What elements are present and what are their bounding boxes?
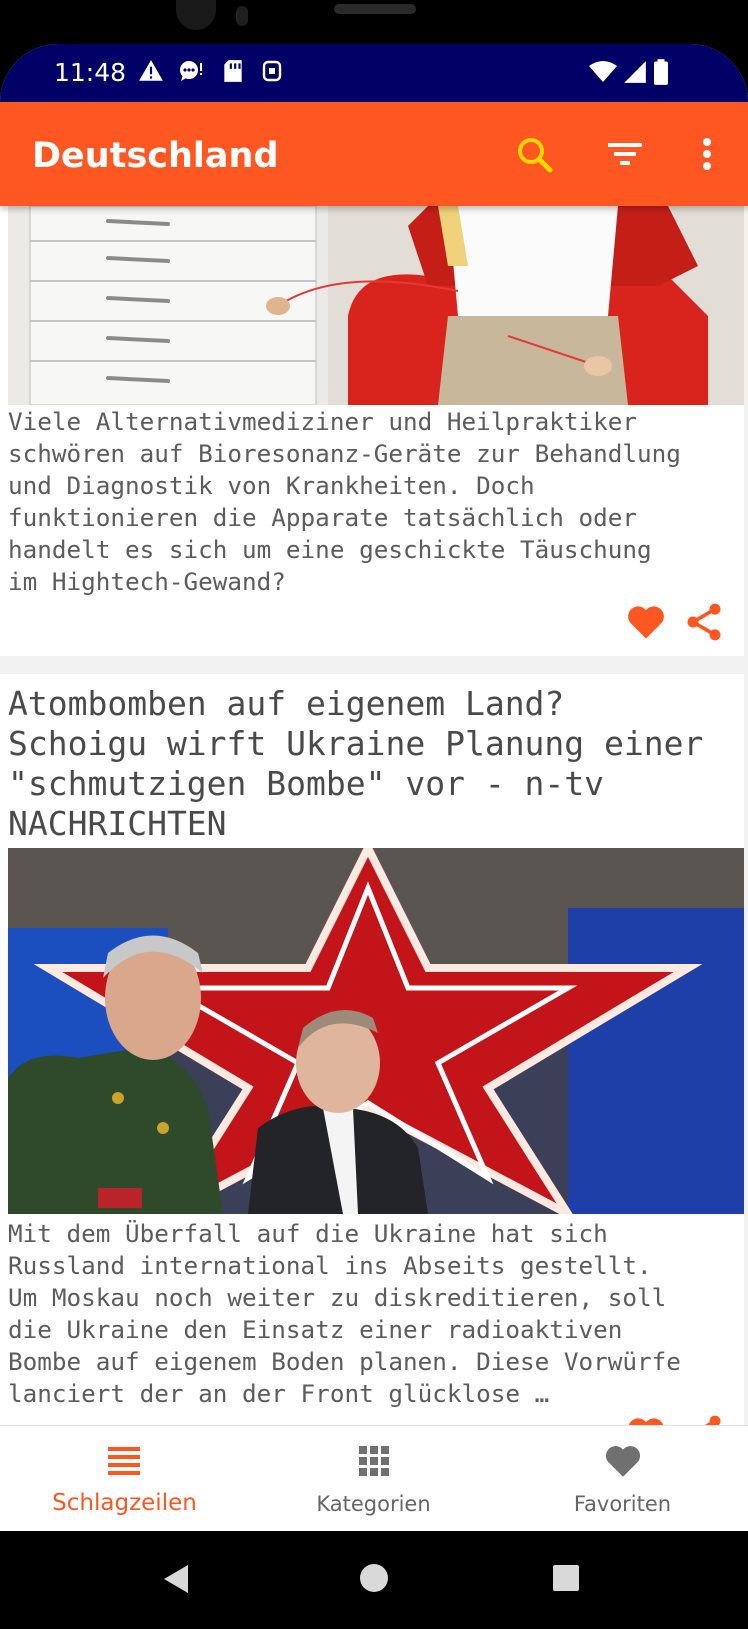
article-description: Viele Alternativmediziner und Heilprakti… bbox=[8, 407, 681, 596]
nav-item-favoriten[interactable]: Favoriten bbox=[498, 1426, 747, 1531]
warning-icon bbox=[139, 60, 163, 81]
camera-icon bbox=[176, 0, 216, 30]
recents-icon[interactable] bbox=[552, 1564, 580, 1592]
favorite-button[interactable] bbox=[624, 600, 668, 644]
article-card[interactable]: Viele Alternativmediziner und Heilprakti… bbox=[0, 206, 744, 656]
signal-icon bbox=[624, 61, 646, 83]
more-options-button[interactable] bbox=[684, 132, 730, 178]
nav-label: Favoriten bbox=[573, 1492, 672, 1516]
battery-icon bbox=[654, 59, 668, 85]
article-card[interactable]: Atombomben auf eigenem Land? Schoigu wir… bbox=[0, 674, 744, 1469]
home-icon[interactable] bbox=[358, 1562, 390, 1594]
heart-icon bbox=[628, 606, 664, 639]
article-description: Mit dem Überfall auf die Ukraine hat sic… bbox=[8, 1219, 681, 1408]
nav-label: Schlagzeilen bbox=[52, 1490, 197, 1516]
article-title: Atombomben auf eigenem Land? Schoigu wir… bbox=[8, 684, 704, 843]
back-icon[interactable] bbox=[160, 1561, 194, 1597]
chat-icon bbox=[180, 61, 202, 81]
filter-icon bbox=[608, 143, 642, 165]
share-button[interactable] bbox=[682, 600, 726, 644]
more-vert-icon bbox=[703, 138, 711, 170]
heart-icon bbox=[605, 1446, 641, 1477]
nav-label: Kategorien bbox=[316, 1492, 431, 1516]
wifi-icon bbox=[589, 61, 617, 82]
system-navigation-bar bbox=[0, 1531, 748, 1629]
sensor-icon bbox=[236, 6, 248, 26]
grid-icon bbox=[359, 1446, 389, 1476]
status-time: 11:48 bbox=[54, 58, 127, 87]
status-bar: 11:48 bbox=[0, 44, 748, 102]
search-icon bbox=[518, 138, 553, 173]
article-image bbox=[8, 848, 744, 1214]
search-button[interactable] bbox=[512, 132, 558, 178]
sim-icon bbox=[262, 60, 282, 82]
page-title: Deutschland bbox=[32, 136, 279, 176]
filter-button[interactable] bbox=[603, 132, 649, 178]
sd-card-icon bbox=[224, 60, 242, 82]
nav-item-kategorien[interactable]: Kategorien bbox=[249, 1426, 498, 1531]
article-list[interactable]: Viele Alternativmediziner und Heilprakti… bbox=[0, 206, 748, 1469]
share-icon bbox=[687, 603, 721, 641]
screen: 11:48 Deutschland Viele Alternativmedizi… bbox=[0, 44, 748, 1531]
list-icon bbox=[108, 1447, 140, 1475]
article-image bbox=[8, 206, 744, 405]
nav-item-schlagzeilen[interactable]: Schlagzeilen bbox=[0, 1426, 249, 1531]
speaker-grille bbox=[334, 4, 416, 14]
app-bar: Deutschland bbox=[0, 102, 748, 206]
bottom-navigation: Schlagzeilen Kategorien Favoriten bbox=[0, 1425, 748, 1531]
